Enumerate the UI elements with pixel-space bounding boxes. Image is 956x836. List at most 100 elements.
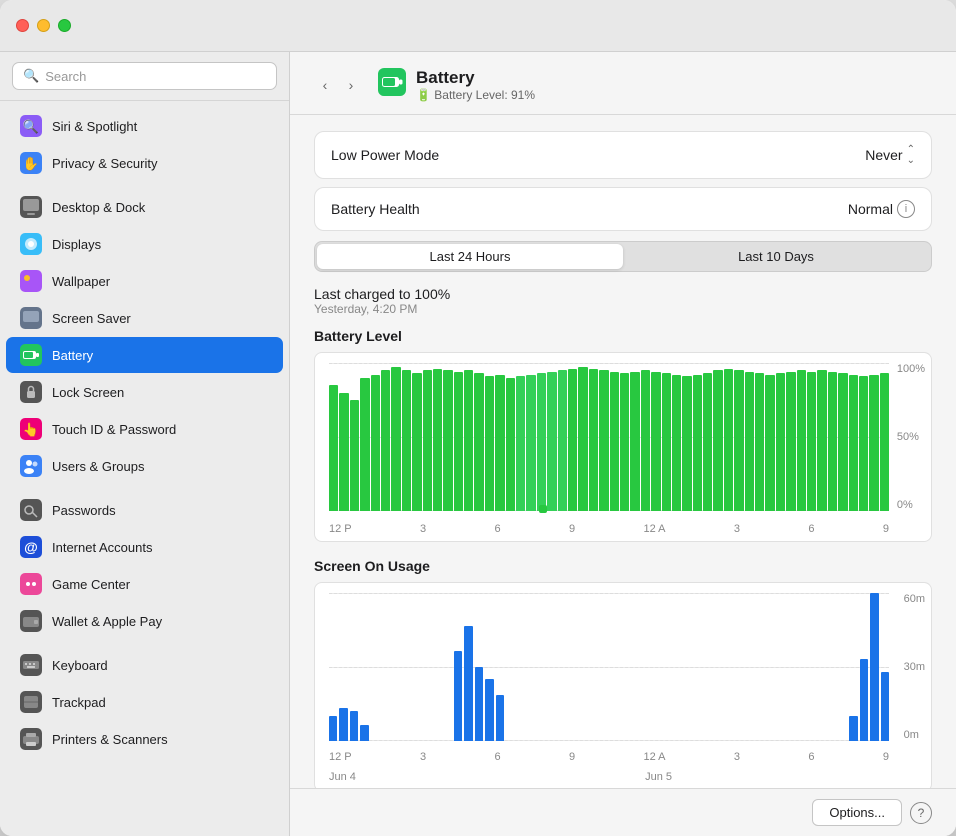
game-center-icon [20,573,42,595]
battery-y-labels: 100% 50% 0% [897,363,925,511]
sidebar-divider [0,182,289,188]
sidebar-item-game-center[interactable]: Game Center [6,566,283,602]
screen-usage-bar [329,716,337,741]
y-label-60m: 60m [904,593,925,605]
battery-bar [651,372,660,511]
sidebar-item-siri-spotlight[interactable]: 🔍 Siri & Spotlight [6,108,283,144]
sidebar-item-passwords[interactable]: Passwords [6,492,283,528]
y-label-0: 0% [897,499,925,511]
battery-header-icon [378,68,406,102]
battery-level-chart: 100% 50% 0% 12 P 3 [314,352,932,542]
info-button[interactable]: i [897,200,915,218]
battery-bar [568,369,577,511]
printers-scanners-icon [20,728,42,750]
low-power-mode-label: Low Power Mode [331,147,439,163]
sidebar-item-trackpad[interactable]: Trackpad [6,684,283,720]
svg-text:👆: 👆 [23,422,39,437]
battery-bar [578,367,587,511]
last-charged-label: Last charged to 100% [314,286,932,302]
minimize-button[interactable] [37,19,50,32]
touchid-icon: 👆 [20,418,42,440]
back-button[interactable]: ‹ [314,74,336,96]
last-charged-time: Yesterday, 4:20 PM [314,302,932,316]
battery-bar [620,373,629,511]
sidebar-item-label: Screen Saver [52,311,131,326]
date-label-jun5: Jun 5 [645,771,672,783]
screen-usage-chart: 60m 30m 0m 12 P 3 [314,582,932,788]
battery-bar [755,373,764,511]
battery-bar [350,400,359,511]
sidebar-item-label: Wallet & Apple Pay [52,614,162,629]
sidebar-item-screen-saver[interactable]: Screen Saver [6,300,283,336]
battery-bar [672,375,681,511]
tab-last-10d[interactable]: Last 10 Days [623,244,929,269]
options-button[interactable]: Options... [812,799,902,826]
battery-bar [859,376,868,511]
sidebar-item-lock-screen[interactable]: Lock Screen [6,374,283,410]
sidebar-item-touchid-password[interactable]: 👆 Touch ID & Password [6,411,283,447]
battery-bar [599,370,608,511]
battery-bar [838,373,847,511]
screen-usage-bar [360,725,368,741]
battery-bar [402,370,411,511]
sidebar-item-internet-accounts[interactable]: @ Internet Accounts [6,529,283,565]
sidebar: 🔍 Search 🔍 Siri & Spotlight ✋ Privacy & … [0,52,290,836]
sidebar-item-label: Battery [52,348,93,363]
close-button[interactable] [16,19,29,32]
sidebar-item-displays[interactable]: Displays [6,226,283,262]
sidebar-item-label: Printers & Scanners [52,732,168,747]
battery-level-subtitle: 🔋 Battery Level: 91% [416,88,535,102]
sidebar-item-label: Game Center [52,577,130,592]
help-button[interactable]: ? [910,802,932,824]
battery-bar [506,378,515,511]
wallet-icon [20,610,42,632]
sidebar-item-desktop-dock[interactable]: Desktop & Dock [6,189,283,225]
low-power-mode-row: Low Power Mode Never ⌃⌄ [314,131,932,179]
battery-bar [381,370,390,511]
sidebar-item-wallet-applepay[interactable]: Wallet & Apple Pay [6,603,283,639]
battery-bar [828,372,837,511]
sidebar-item-label: Trackpad [52,695,106,710]
battery-bar [786,372,795,511]
maximize-button[interactable] [58,19,71,32]
battery-bar [817,370,826,511]
battery-bar [703,373,712,511]
passwords-icon [20,499,42,521]
battery-bar [776,373,785,511]
sidebar-divider [0,640,289,646]
screen-date-labels: Jun 4 Jun 5 [329,771,889,783]
sidebar-item-wallpaper[interactable]: Wallpaper [6,263,283,299]
y-label-30m: 30m [904,661,925,673]
battery-bar [495,375,504,511]
header-text: Battery 🔋 Battery Level: 91% [416,68,535,102]
header-title-area: Battery 🔋 Battery Level: 91% [378,68,535,102]
sidebar-item-label: Siri & Spotlight [52,119,137,134]
x-label: 12 A [643,523,665,535]
battery-bar [765,375,774,511]
screen-usage-bar [454,651,462,741]
svg-text:✋: ✋ [23,156,39,171]
battery-bar [849,375,858,511]
search-box[interactable]: 🔍 Search [12,62,277,90]
sidebar-item-privacy-security[interactable]: ✋ Privacy & Security [6,145,283,181]
battery-health-row: Battery Health Normal i [314,187,932,231]
x-label: 9 [569,751,575,763]
sidebar-item-keyboard[interactable]: Keyboard [6,647,283,683]
battery-bar [412,373,421,511]
x-label: 3 [734,751,740,763]
main-body: Low Power Mode Never ⌃⌄ Battery Health N… [290,115,956,788]
battery-bar [797,370,806,511]
low-power-mode-value[interactable]: Never ⌃⌄ [865,144,915,166]
sidebar-item-label: Touch ID & Password [52,422,176,437]
system-preferences-window: 🔍 Search 🔍 Siri & Spotlight ✋ Privacy & … [0,0,956,836]
search-icon: 🔍 [23,68,39,84]
sidebar-item-printers-scanners[interactable]: Printers & Scanners [6,721,283,757]
battery-bar [423,370,432,511]
desktop-dock-icon [20,196,42,218]
forward-button[interactable]: › [340,74,362,96]
tab-last-24h[interactable]: Last 24 Hours [317,244,623,269]
screen-x-labels: 12 P 3 6 9 12 A 3 6 9 [329,751,889,763]
sidebar-item-users-groups[interactable]: Users & Groups [6,448,283,484]
sidebar-item-battery[interactable]: Battery [6,337,283,373]
sidebar-item-label: Keyboard [52,658,108,673]
